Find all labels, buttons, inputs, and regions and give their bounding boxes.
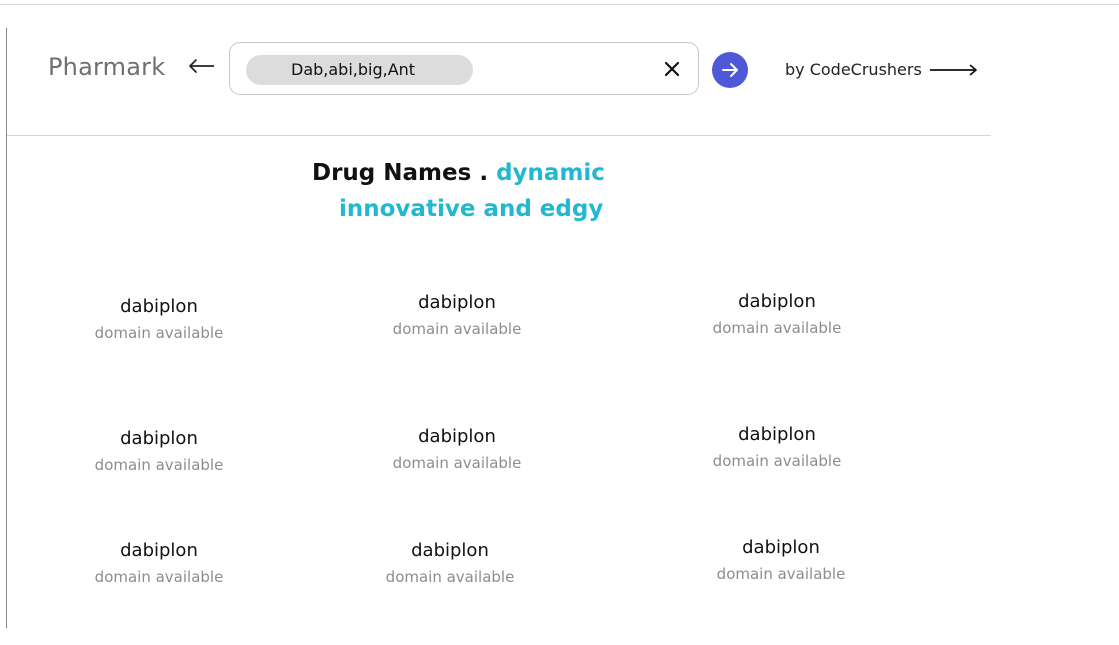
results-title: Drug Names — [312, 160, 472, 186]
result-name: dabiplon — [738, 291, 816, 312]
results-tagline-part2: innovative and edgy — [339, 196, 604, 222]
result-name: dabiplon — [120, 540, 198, 561]
result-name: dabiplon — [418, 426, 496, 447]
result-status: domain available — [716, 565, 846, 583]
result-name: dabiplon — [418, 292, 496, 313]
results-title-separator: . — [479, 160, 489, 186]
result-status: domain available — [94, 568, 224, 586]
result-item[interactable]: dabiplon domain available — [74, 296, 244, 342]
right-arrow-icon — [722, 63, 738, 77]
search-chip[interactable]: Dab,abi,big,Ant — [246, 55, 473, 85]
result-name: dabiplon — [120, 428, 198, 449]
result-item[interactable]: dabiplon domain available — [365, 540, 535, 586]
result-name: dabiplon — [738, 424, 816, 445]
submit-button[interactable] — [712, 52, 748, 88]
top-divider — [0, 4, 1119, 5]
result-item[interactable]: dabiplon domain available — [74, 428, 244, 474]
byline: by CodeCrushers — [785, 60, 922, 79]
result-name: dabiplon — [742, 537, 820, 558]
result-item[interactable]: dabiplon domain available — [692, 424, 862, 470]
result-item[interactable]: dabiplon domain available — [696, 537, 866, 583]
result-item[interactable]: dabiplon domain available — [74, 540, 244, 586]
header-divider — [7, 135, 991, 136]
result-name: dabiplon — [120, 296, 198, 317]
results-tagline-part1: dynamic — [496, 160, 605, 186]
result-status: domain available — [392, 454, 522, 472]
app-brand: Pharmark — [48, 53, 166, 81]
result-status: domain available — [712, 319, 842, 337]
result-status: domain available — [712, 452, 842, 470]
result-item[interactable]: dabiplon domain available — [372, 426, 542, 472]
page: Pharmark Dab,abi,big,Ant by CodeCrushers — [0, 0, 1119, 645]
search-field[interactable]: Dab,abi,big,Ant — [229, 42, 699, 95]
left-divider — [6, 28, 7, 628]
result-status: domain available — [94, 456, 224, 474]
result-item[interactable]: dabiplon domain available — [692, 291, 862, 337]
result-status: domain available — [385, 568, 515, 586]
close-icon[interactable] — [661, 58, 683, 80]
result-status: domain available — [392, 320, 522, 338]
result-name: dabiplon — [411, 540, 489, 561]
result-status: domain available — [94, 324, 224, 342]
results-heading: Drug Names . dynamic innovative and edgy — [312, 160, 622, 222]
left-arrow-icon[interactable] — [186, 52, 218, 80]
result-item[interactable]: dabiplon domain available — [372, 292, 542, 338]
long-right-arrow-icon — [928, 62, 978, 78]
